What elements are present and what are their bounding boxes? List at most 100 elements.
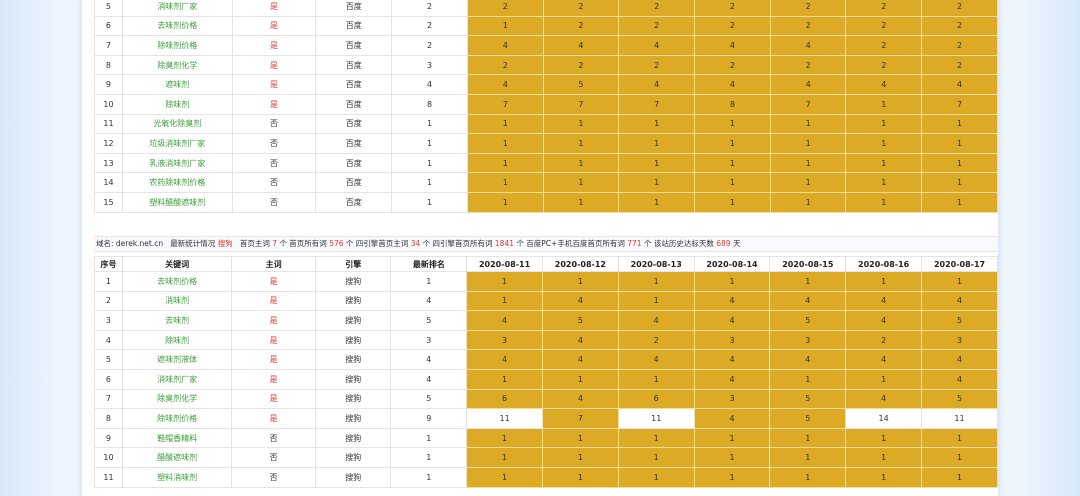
row-number: 8 (94, 408, 123, 429)
header-date: 2020-08-11 (466, 256, 543, 272)
domain-value: derek.net.cn (115, 239, 164, 248)
daily-rank-cell: 4 (466, 35, 544, 56)
engine-cell: 百度 (315, 74, 393, 95)
main-keyword-flag: 是 (231, 15, 317, 37)
keyword-cell: 除臭剂化学 (121, 388, 233, 410)
daily-rank-cell: 4 (769, 74, 847, 95)
keyword-cell: 消味剂厂家 (121, 368, 233, 390)
latest-rank-cell: 1 (391, 133, 468, 154)
daily-rank-cell: 5 (921, 388, 998, 410)
table-header-row: 序号 关键词 主词 引擎 最新排名 2020-08-11 2020-08-12 … (94, 256, 998, 272)
daily-rank-cell: 1 (541, 368, 619, 390)
row-number: 5 (94, 349, 123, 370)
row-number: 12 (94, 133, 123, 154)
engine-cell: 百度 (315, 0, 393, 17)
history-count: 689 (716, 239, 731, 248)
daily-rank-cell: 1 (845, 172, 923, 193)
daily-rank-cell: 5 (921, 310, 998, 331)
header-date: 2020-08-14 (693, 256, 771, 272)
daily-rank-cell: 1 (618, 172, 696, 193)
daily-rank-cell: 4 (921, 368, 998, 390)
daily-rank-cell: 2 (769, 15, 847, 37)
daily-rank-cell: 2 (694, 54, 771, 76)
four-all-label: 个 四引擎首页所有词 (422, 239, 493, 248)
daily-rank-cell: 2 (466, 0, 544, 17)
daily-rank-cell: 1 (466, 290, 543, 312)
daily-rank-cell: 1 (618, 133, 696, 154)
header-main: 主词 (231, 256, 316, 272)
daily-rank-cell: 4 (769, 349, 847, 370)
header-latest: 最新排名 (390, 256, 468, 272)
daily-rank-cell: 5 (769, 310, 847, 331)
daily-rank-cell: 1 (769, 172, 847, 193)
daily-rank-cell: 1 (921, 133, 998, 154)
daily-rank-cell: 4 (845, 74, 923, 95)
daily-rank-cell: 1 (845, 133, 923, 154)
table-row: 7 除臭剂化学是搜狗 5 6 4 6 3 5 4 5 (94, 388, 998, 410)
daily-rank-cell: 4 (845, 290, 923, 312)
daily-rank-cell: 1 (466, 368, 543, 390)
main-keyword-flag: 否 (231, 427, 316, 449)
keyword-cell: 乳液消味剂厂家 (121, 152, 233, 174)
daily-rank-cell: 1 (617, 466, 695, 488)
engine-cell: 搜狗 (314, 388, 392, 410)
engine-name: 搜狗 (217, 239, 233, 248)
daily-rank-cell: 3 (921, 329, 998, 351)
daily-rank-cell: 11 (617, 408, 695, 429)
engine-cell: 搜狗 (314, 447, 392, 468)
daily-rank-cell: 1 (466, 466, 543, 488)
row-number: 9 (94, 427, 123, 449)
baidu-label: 个 百度PC+手机百度首页所有词 (516, 239, 625, 248)
four-main-label: 个 四引擎首页主词 (345, 239, 409, 248)
daily-rank-cell: 1 (541, 271, 619, 292)
keyword-cell: 垃圾消味剂厂家 (121, 133, 233, 154)
row-number: 15 (94, 191, 123, 213)
table-row: 12 垃圾消味剂厂家否百度 1 1 1 1 1 1 1 1 (94, 133, 998, 154)
keyword-cell: 除臭剂化学 (121, 54, 233, 76)
daily-rank-cell: 7 (921, 93, 998, 115)
daily-rank-cell: 1 (845, 466, 923, 488)
latest-rank-cell: 5 (390, 388, 468, 410)
daily-rank-cell: 1 (769, 368, 847, 390)
keyword-cell: 消味剂 (121, 290, 233, 312)
daily-rank-cell: 1 (618, 152, 696, 174)
daily-rank-cell: 1 (693, 447, 771, 468)
engine-cell: 百度 (315, 35, 393, 56)
engine-cell: 搜狗 (314, 427, 392, 449)
daily-rank-cell: 4 (693, 349, 771, 370)
engine-cell: 百度 (315, 113, 393, 135)
daily-rank-cell: 1 (694, 152, 771, 174)
daily-rank-cell: 1 (466, 152, 544, 174)
daily-rank-cell: 1 (845, 113, 923, 135)
main-keyword-flag: 是 (231, 74, 317, 95)
main-keyword-flag: 是 (231, 310, 316, 331)
row-number: 1 (94, 271, 123, 292)
daily-rank-cell: 1 (769, 191, 847, 213)
four-main-count: 34 (410, 239, 421, 248)
daily-rank-cell: 1 (845, 191, 923, 213)
daily-rank-cell: 1 (466, 15, 544, 37)
keyword-cell: 遮味剂 (121, 74, 233, 95)
latest-rank-cell: 1 (391, 191, 468, 213)
engine-cell: 百度 (315, 172, 393, 193)
keyword-cell: 光氧化除臭剂 (121, 113, 233, 135)
engine-cell: 搜狗 (314, 329, 392, 351)
daily-rank-cell: 1 (693, 427, 771, 449)
daily-rank-cell: 3 (466, 329, 543, 351)
keyword-cell: 去味剂价格 (121, 15, 233, 37)
daily-rank-cell: 5 (541, 310, 619, 331)
daily-rank-cell: 1 (617, 447, 695, 468)
baidu-count: 771 (627, 239, 642, 248)
row-number: 11 (94, 466, 123, 488)
latest-rank-cell: 3 (391, 54, 468, 76)
daily-rank-cell: 8 (694, 93, 771, 115)
latest-rank-cell: 1 (391, 152, 468, 174)
keyword-cell: 塑料消味剂 (121, 466, 233, 488)
header-date: 2020-08-15 (769, 256, 847, 272)
daily-rank-cell: 4 (693, 310, 771, 331)
engine-cell: 搜狗 (314, 271, 392, 292)
home-all-label: 个 首页所有词 (279, 239, 327, 248)
daily-rank-cell: 1 (617, 427, 695, 449)
daily-rank-cell: 1 (921, 172, 998, 193)
row-number: 2 (94, 290, 123, 312)
